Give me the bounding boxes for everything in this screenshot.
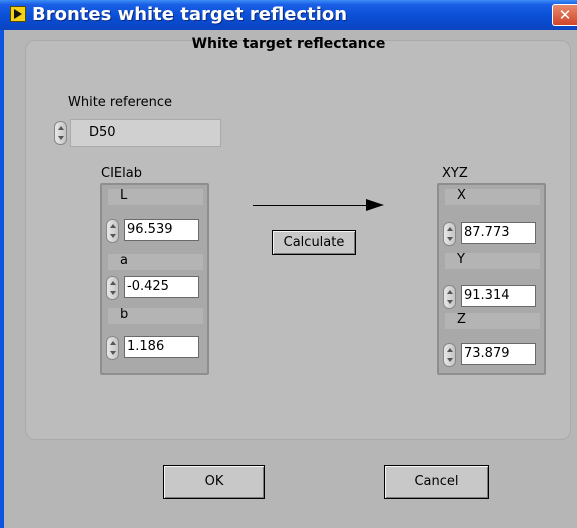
b-input[interactable]: 1.186	[124, 336, 199, 358]
cancel-button[interactable]: Cancel	[384, 465, 489, 499]
y-spin-icon[interactable]	[443, 285, 456, 309]
close-button[interactable]: ✕	[552, 4, 577, 26]
x-input[interactable]: 87.773	[461, 222, 536, 244]
a-label: a	[120, 253, 128, 268]
panel-title: White target reflectance	[191, 36, 386, 52]
white-reference-spin-icon[interactable]	[54, 121, 67, 145]
white-reference-ring[interactable]: D50	[70, 119, 221, 147]
dialog-window: Brontes white target reflection ✕ White …	[0, 0, 577, 528]
z-label: Z	[457, 312, 466, 327]
x-label: X	[457, 188, 466, 203]
cielab-label: CIElab	[101, 166, 142, 181]
a-spin-icon[interactable]	[106, 276, 119, 300]
app-icon	[10, 6, 26, 22]
right-arrow-icon	[253, 205, 368, 206]
calculate-button[interactable]: Calculate	[272, 230, 356, 255]
y-input[interactable]: 91.314	[461, 285, 536, 307]
l-label: L	[120, 188, 128, 203]
title-bar[interactable]: Brontes white target reflection ✕	[0, 0, 577, 30]
ok-button[interactable]: OK	[163, 465, 265, 499]
b-label: b	[120, 307, 129, 322]
l-input[interactable]: 96.539	[124, 219, 199, 241]
white-reference-label: White reference	[68, 95, 173, 110]
x-spin-icon[interactable]	[443, 222, 456, 246]
arrow-head-icon	[366, 199, 384, 211]
white-reference-value: D50	[89, 125, 116, 140]
z-input[interactable]: 73.879	[461, 343, 536, 365]
b-spin-icon[interactable]	[106, 336, 119, 360]
z-spin-icon[interactable]	[443, 343, 456, 367]
window-title: Brontes white target reflection	[32, 4, 348, 25]
a-input[interactable]: -0.425	[124, 276, 199, 298]
l-spin-icon[interactable]	[106, 219, 119, 243]
xyz-label: XYZ	[442, 166, 468, 181]
y-label: Y	[457, 252, 465, 267]
